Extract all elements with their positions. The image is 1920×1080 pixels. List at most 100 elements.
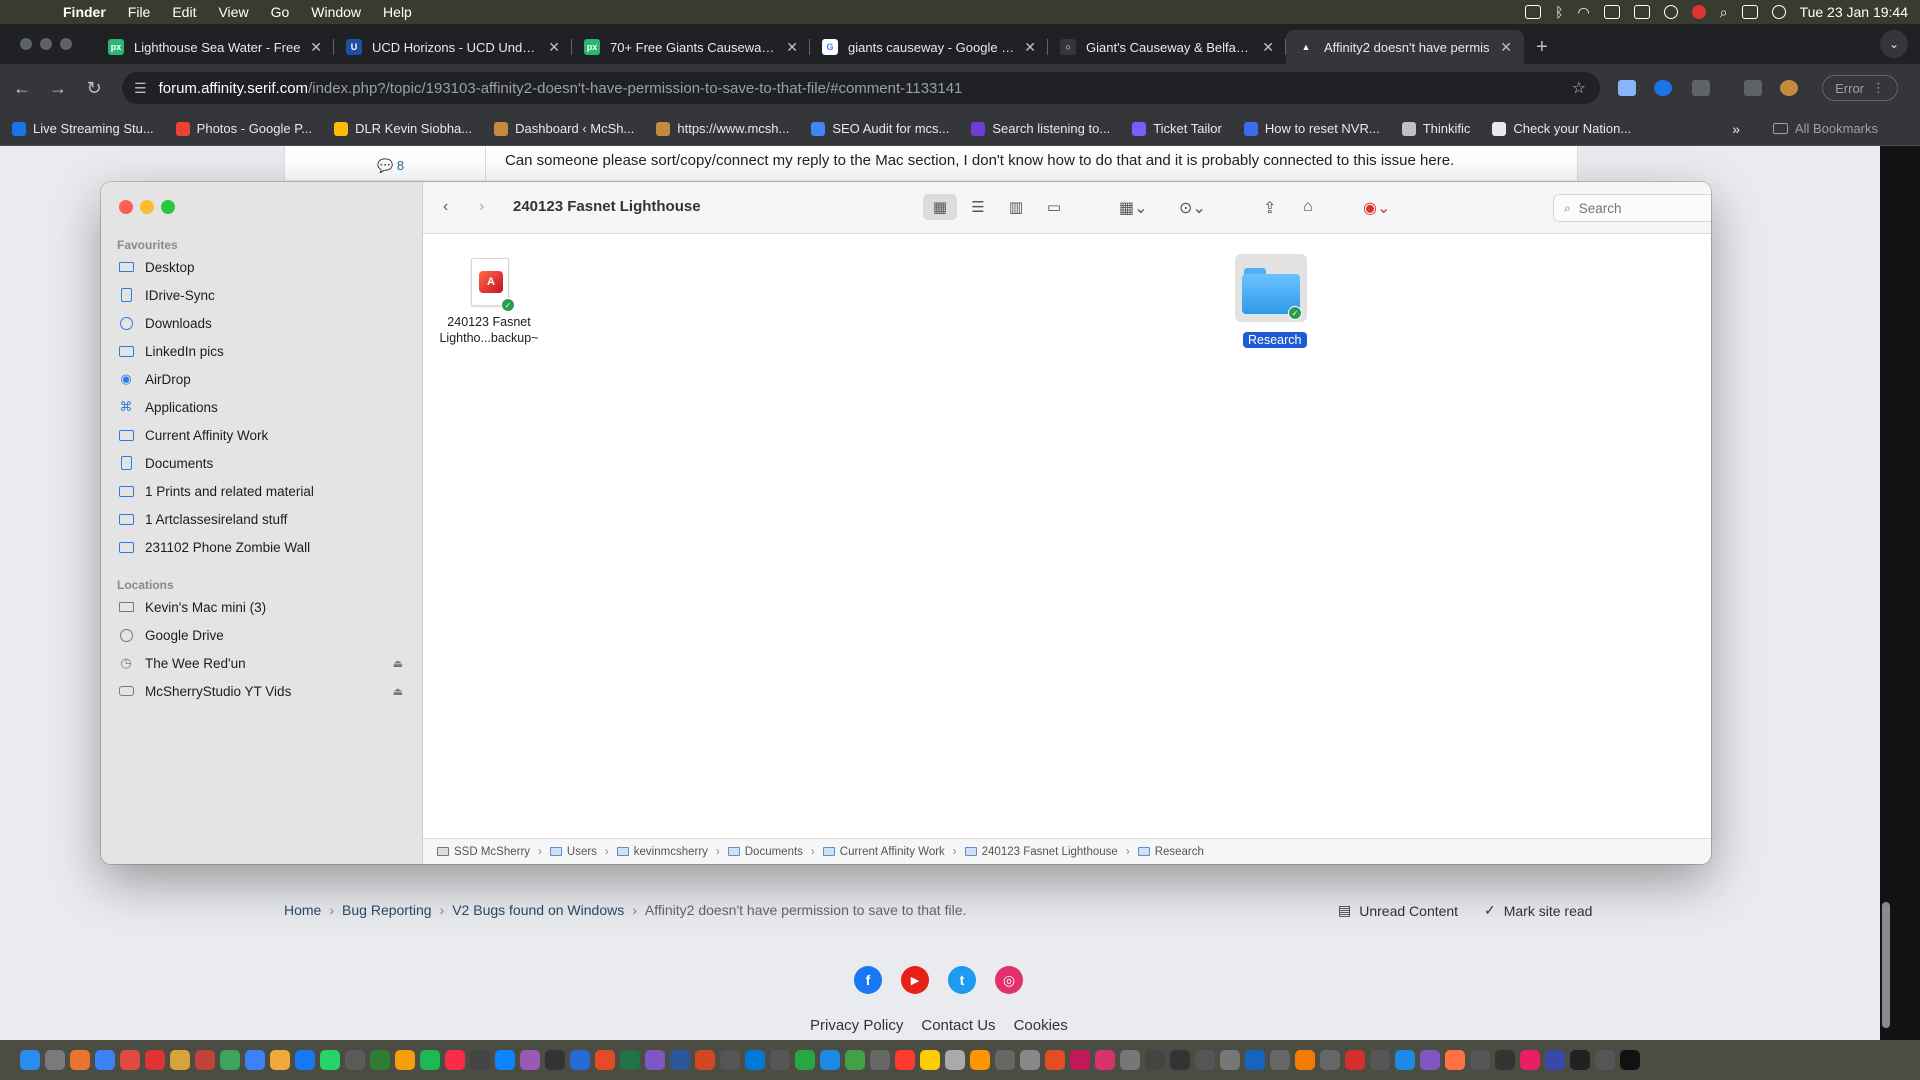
bookmark-seo-audit[interactable]: SEO Audit for mcs... [811, 121, 949, 136]
notification-status-icon[interactable] [1691, 5, 1706, 19]
dock-app-icon[interactable] [770, 1050, 790, 1070]
bookmark-reset-nvr[interactable]: How to reset NVR... [1243, 121, 1380, 136]
file-affinity-backup[interactable]: A ✓ 240123 Fasnet Lightho...backup~ [429, 242, 549, 352]
icon-view-grid-icon[interactable]: ▦ [923, 194, 957, 220]
dock-app-icon[interactable] [895, 1050, 915, 1070]
dock-app-icon[interactable] [670, 1050, 690, 1070]
forward-chevron-icon[interactable]: › [479, 198, 484, 216]
dock-app-icon[interactable] [320, 1050, 340, 1070]
dock-app-icon[interactable] [1445, 1050, 1465, 1070]
sidebar-item-wee-redun[interactable]: ◷ The Wee Red'un ⏏ [117, 653, 413, 673]
sidebar-item-mac-mini[interactable]: Kevin's Mac mini (3) [117, 597, 413, 617]
dock-app-icon[interactable] [1570, 1050, 1590, 1070]
dock-app-icon[interactable] [970, 1050, 990, 1070]
sidebar-item-prints[interactable]: 1 Prints and related material [117, 481, 413, 501]
user-status-icon[interactable] [1663, 5, 1678, 19]
dock-app-icon[interactable] [1320, 1050, 1340, 1070]
tab-giants-causeway-belfast[interactable]: ○ Giant's Causeway & Belfast D ✕ [1048, 30, 1286, 64]
dock-app-icon[interactable] [645, 1050, 665, 1070]
dock-app-icon[interactable] [95, 1050, 115, 1070]
menu-window[interactable]: Window [300, 4, 372, 20]
unread-content-link[interactable]: ▤ Unread Content [1338, 902, 1458, 919]
tab-close-icon[interactable]: ✕ [1024, 39, 1036, 56]
bookmark-thinkific[interactable]: Thinkific [1401, 121, 1470, 136]
dock-app-icon[interactable] [1245, 1050, 1265, 1070]
bookmark-dlr[interactable]: DLR Kevin Siobha... [334, 121, 472, 136]
dock-app-icon[interactable] [245, 1050, 265, 1070]
dock-app-icon[interactable] [70, 1050, 90, 1070]
dock-app-icon[interactable] [1020, 1050, 1040, 1070]
browser-zoom-icon[interactable] [60, 38, 72, 50]
breadcrumb-v2-bugs-windows[interactable]: V2 Bugs found on Windows [452, 902, 624, 918]
dock-app-icon[interactable] [470, 1050, 490, 1070]
dock-app-icon[interactable] [920, 1050, 940, 1070]
bookmark-star-icon[interactable]: ☆ [1572, 78, 1586, 98]
scrollbar-thumb[interactable] [1882, 902, 1890, 1028]
facebook-icon[interactable]: f [854, 966, 882, 994]
sidebar-item-phone-zombie-wall[interactable]: 231102 Phone Zombie Wall [117, 537, 413, 557]
bookmark-search-listening[interactable]: Search listening to... [971, 121, 1110, 136]
tab-search-chevron-icon[interactable]: ⌄ [1880, 30, 1908, 58]
tab-ucd-horizons[interactable]: U UCD Horizons - UCD Underg ✕ [334, 30, 572, 64]
path-fasnet-lighthouse[interactable]: 240123 Fasnet Lighthouse [964, 846, 1118, 858]
control-center-icon[interactable] [1741, 5, 1758, 19]
sidebar-item-linkedin-pics[interactable]: LinkedIn pics [117, 341, 413, 361]
forward-arrow-icon[interactable]: → [40, 78, 76, 99]
dock-app-icon[interactable] [1345, 1050, 1365, 1070]
tag-icon[interactable]: ⌂ [1303, 198, 1313, 216]
finder-search-field[interactable]: ⌕ [1553, 194, 1711, 222]
dock-app-icon[interactable] [295, 1050, 315, 1070]
sidebar-item-mcsherrystudio-yt[interactable]: McSherryStudio YT Vids ⏏ [117, 681, 413, 701]
dock-app-icon[interactable] [395, 1050, 415, 1070]
tab-free-giants-causeway[interactable]: px 70+ Free Giants Causeway & ✕ [572, 30, 810, 64]
extension-icon[interactable] [1654, 80, 1672, 96]
siri-icon[interactable] [1771, 5, 1786, 19]
tab-lighthouse-sea-water[interactable]: px Lighthouse Sea Water - Free ✕ [96, 30, 334, 64]
search-status-icon[interactable] [1603, 5, 1620, 19]
sidebar-item-desktop[interactable]: Desktop [117, 257, 413, 277]
window-minimize-icon[interactable] [140, 200, 154, 214]
more-actions-ellipsis-icon[interactable]: ⊙⌄ [1179, 198, 1206, 218]
sidebar-item-applications[interactable]: ⌘ Applications [117, 397, 413, 417]
bookmark-mcsherry[interactable]: https://www.mcsh... [656, 121, 789, 136]
dock-app-icon[interactable] [1145, 1050, 1165, 1070]
wifi-icon[interactable]: ◠ [1577, 4, 1589, 21]
dock-app-icon[interactable] [1220, 1050, 1240, 1070]
address-bar[interactable]: ☰ forum.affinity.serif.com/index.php?/to… [122, 72, 1600, 104]
dock-app-icon[interactable] [795, 1050, 815, 1070]
menubar-clock[interactable]: Tue 23 Jan 19:44 [1800, 4, 1908, 20]
tab-close-icon[interactable]: ✕ [786, 39, 798, 56]
eject-icon[interactable]: ⏏ [393, 685, 403, 698]
affinity-status-icon[interactable] [1525, 5, 1542, 19]
dock-app-icon[interactable] [1470, 1050, 1490, 1070]
instagram-icon[interactable]: ◎ [995, 966, 1023, 994]
dock-app-icon[interactable] [695, 1050, 715, 1070]
dock-app-icon[interactable] [145, 1050, 165, 1070]
sidebar-item-idrive-sync[interactable]: IDrive-Sync [117, 285, 413, 305]
sidebar-item-airdrop[interactable]: ◉ AirDrop [117, 369, 413, 389]
list-view-icon[interactable]: ☰ [961, 194, 995, 220]
path-ssd[interactable]: SSD McSherry [437, 846, 530, 858]
folder-research[interactable]: ✓ Research [1215, 242, 1335, 362]
tab-close-icon[interactable]: ✕ [1500, 39, 1512, 56]
sidebar-item-google-drive[interactable]: Google Drive [117, 625, 413, 645]
site-info-icon[interactable]: ☰ [134, 80, 147, 97]
side-panel-icon[interactable] [1744, 80, 1762, 96]
dock-app-icon[interactable] [345, 1050, 365, 1070]
breadcrumb-bug-reporting[interactable]: Bug Reporting [342, 902, 432, 918]
path-research[interactable]: Research [1137, 846, 1204, 858]
dock-app-icon[interactable] [1520, 1050, 1540, 1070]
column-view-icon[interactable]: ▥ [999, 194, 1033, 220]
gallery-view-icon[interactable]: ▭ [1037, 194, 1071, 220]
bookmark-check-nation[interactable]: Check your Nation... [1492, 121, 1631, 136]
tab-close-icon[interactable]: ✕ [310, 39, 322, 56]
dock-app-icon[interactable] [270, 1050, 290, 1070]
dock-app-icon[interactable] [570, 1050, 590, 1070]
profile-error-button[interactable]: Error ⋮ [1822, 75, 1898, 101]
bookmark-photos[interactable]: Photos - Google P... [175, 121, 312, 136]
dock-app-icon[interactable] [1370, 1050, 1390, 1070]
dock-app-icon[interactable] [1195, 1050, 1215, 1070]
back-arrow-icon[interactable]: ← [4, 78, 40, 99]
bookmark-live-streaming[interactable]: Live Streaming Stu... [12, 121, 154, 136]
dock-app-icon[interactable] [1595, 1050, 1615, 1070]
